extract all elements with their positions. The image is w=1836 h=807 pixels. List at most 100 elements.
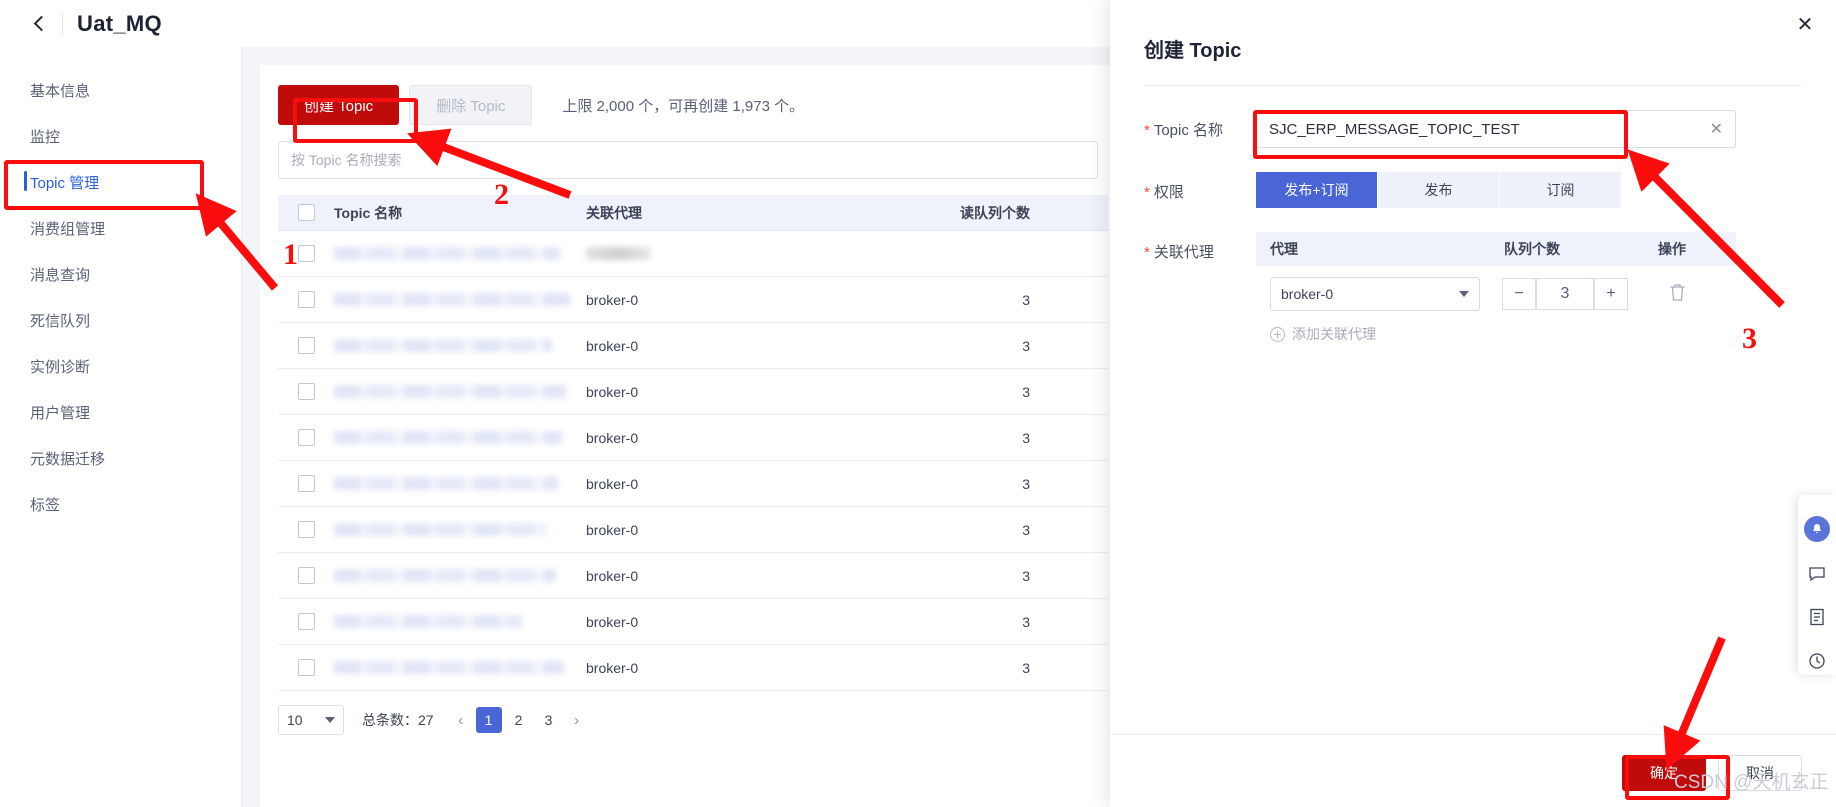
- plus-circle-icon: [1270, 326, 1285, 342]
- row-checkbox[interactable]: [297, 337, 315, 354]
- permission-option-subscribe[interactable]: 订阅: [1500, 172, 1622, 208]
- column-header-topic-name[interactable]: Topic 名称: [334, 203, 586, 223]
- sidebar-item-label: 元数据迁移: [30, 450, 106, 468]
- row-checkbox[interactable]: [297, 429, 315, 446]
- clear-icon[interactable]: ✕: [1710, 119, 1723, 139]
- sidebar-item-label: 死信队列: [30, 312, 91, 330]
- drawer-divider: [1144, 85, 1802, 86]
- table-row[interactable]: broker-0 3: [278, 599, 1108, 645]
- row-checkbox[interactable]: [297, 567, 315, 584]
- confirm-button[interactable]: 确定: [1622, 755, 1706, 791]
- create-topic-button[interactable]: 创建 Topic: [278, 85, 400, 125]
- search-placeholder: 按 Topic 名称搜索: [291, 152, 402, 168]
- field-label-topic-name: * Topic 名称: [1144, 110, 1256, 148]
- row-select-cell: [278, 567, 334, 584]
- table-row[interactable]: broker-0 3: [278, 323, 1108, 369]
- sidebar-item-metadata-migration[interactable]: 元数据迁移: [0, 435, 241, 481]
- cell-broker: [586, 247, 830, 260]
- page-button-3[interactable]: 3: [536, 707, 562, 733]
- stepper-increment-button[interactable]: +: [1594, 278, 1628, 310]
- add-agent-link[interactable]: 添加关联代理: [1270, 324, 1736, 344]
- page-size-select[interactable]: 10: [278, 705, 344, 735]
- cell-topic-name: [334, 293, 586, 306]
- redacted-value: [334, 339, 552, 352]
- create-topic-drawer: ✕ 创建 Topic * Topic 名称 SJC_ERP_MESSAGE_TOP…: [1110, 0, 1836, 807]
- cell-read-queues: 3: [1022, 659, 1030, 676]
- table-row[interactable]: broker-0 3: [278, 507, 1108, 553]
- document-icon[interactable]: [1798, 595, 1836, 639]
- row-select-cell: [278, 659, 334, 676]
- sidebar-item-consumer-group[interactable]: 消费组管理: [0, 205, 241, 251]
- sidebar-item-dead-letter-queue[interactable]: 死信队列: [0, 297, 241, 343]
- table-row[interactable]: [278, 231, 1108, 277]
- redacted-value: [334, 477, 558, 490]
- redacted-value: [586, 247, 650, 260]
- prev-page-button[interactable]: ‹: [448, 707, 474, 733]
- sidebar-item-topic-management[interactable]: Topic 管理: [0, 159, 241, 205]
- page-button-2[interactable]: 2: [506, 707, 532, 733]
- table-row[interactable]: broker-0 3: [278, 369, 1108, 415]
- sidebar-item-instance-diagnosis[interactable]: 实例诊断: [0, 343, 241, 389]
- comment-icon[interactable]: [1798, 551, 1836, 595]
- row-checkbox[interactable]: [297, 659, 315, 676]
- row-select-cell: [278, 245, 334, 262]
- column-header-read-queues[interactable]: 读队列个数: [830, 203, 1048, 223]
- sidebar-item-tags[interactable]: 标签: [0, 481, 241, 527]
- top-bar: Uat_MQ: [0, 0, 1110, 47]
- cell-broker: broker-0: [586, 337, 639, 354]
- row-checkbox[interactable]: [297, 613, 315, 630]
- quota-text: 上限 2,000 个，可再创建 1,973 个。: [562, 97, 805, 115]
- pagination: 10 总条数：27 ‹ 1 2 3 ›: [278, 705, 1120, 735]
- table-row[interactable]: broker-0 3: [278, 415, 1108, 461]
- broker-select[interactable]: broker-0: [1270, 277, 1480, 311]
- row-select-cell: [278, 337, 334, 354]
- cell-read-queues: 3: [1022, 337, 1030, 354]
- cell-topic-name: [334, 523, 586, 536]
- permission-option-publish[interactable]: 发布: [1378, 172, 1500, 208]
- page-button-1[interactable]: 1: [475, 707, 502, 733]
- toolbar: 创建 Topic 删除 Topic 上限 2,000 个，可再创建 1,973 …: [278, 85, 1120, 125]
- chevron-left-icon[interactable]: [30, 15, 48, 33]
- redacted-value: [334, 431, 562, 444]
- trash-icon[interactable]: [1668, 282, 1687, 307]
- select-all-checkbox[interactable]: [297, 204, 315, 221]
- broker-select-value: broker-0: [1281, 286, 1334, 302]
- table-row[interactable]: broker-0 3: [278, 461, 1108, 507]
- row-checkbox[interactable]: [297, 521, 315, 538]
- cell-read-queues: 3: [1022, 291, 1030, 308]
- table-row[interactable]: broker-0 3: [278, 645, 1108, 691]
- sidebar-item-monitoring[interactable]: 监控: [0, 113, 241, 159]
- sidebar-item-basic-info[interactable]: 基本信息: [0, 67, 241, 113]
- cell-broker: broker-0: [586, 659, 639, 676]
- permission-segmented-control: 发布+订阅 发布 订阅: [1256, 172, 1622, 208]
- notification-badge-icon[interactable]: [1798, 507, 1836, 551]
- cell-read-queues: 3: [1022, 429, 1030, 446]
- table-header-row: Topic 名称 关联代理 读队列个数: [278, 195, 1108, 231]
- row-checkbox[interactable]: [297, 291, 315, 308]
- stepper-decrement-button[interactable]: −: [1502, 278, 1536, 310]
- agent-table: 代理 队列个数 操作 broker-0 − 3 + 添加关联代理: [1256, 232, 1736, 344]
- field-associated-agents: * 关联代理 代理 队列个数 操作 broker-0 − 3 + 添加关联代理: [1144, 232, 1802, 344]
- sidebar-item-user-management[interactable]: 用户管理: [0, 389, 241, 435]
- chevron-down-icon: [1459, 291, 1469, 297]
- topic-name-input[interactable]: SJC_ERP_MESSAGE_TOPIC_TEST ✕: [1256, 110, 1736, 148]
- topic-list-card: 创建 Topic 删除 Topic 上限 2,000 个，可再创建 1,973 …: [260, 65, 1120, 807]
- row-checkbox[interactable]: [297, 245, 315, 262]
- column-header-broker[interactable]: 关联代理: [586, 203, 830, 223]
- required-asterisk-icon: *: [1144, 244, 1150, 261]
- table-row[interactable]: broker-0 3: [278, 277, 1108, 323]
- close-icon[interactable]: ✕: [1794, 14, 1816, 36]
- permission-option-publish-subscribe[interactable]: 发布+订阅: [1256, 172, 1378, 208]
- row-checkbox[interactable]: [297, 475, 315, 492]
- next-page-button[interactable]: ›: [564, 707, 590, 733]
- cancel-button[interactable]: 取消: [1718, 755, 1802, 791]
- table-row[interactable]: broker-0 3: [278, 553, 1108, 599]
- clock-icon[interactable]: [1798, 639, 1836, 683]
- cell-read-queues: 3: [1022, 521, 1030, 538]
- search-input[interactable]: 按 Topic 名称搜索: [278, 141, 1098, 179]
- stepper-value[interactable]: 3: [1536, 278, 1594, 310]
- row-checkbox[interactable]: [297, 383, 315, 400]
- cell-broker: broker-0: [586, 383, 639, 400]
- sidebar-item-message-query[interactable]: 消息查询: [0, 251, 241, 297]
- cell-read-queues: 3: [1022, 475, 1030, 492]
